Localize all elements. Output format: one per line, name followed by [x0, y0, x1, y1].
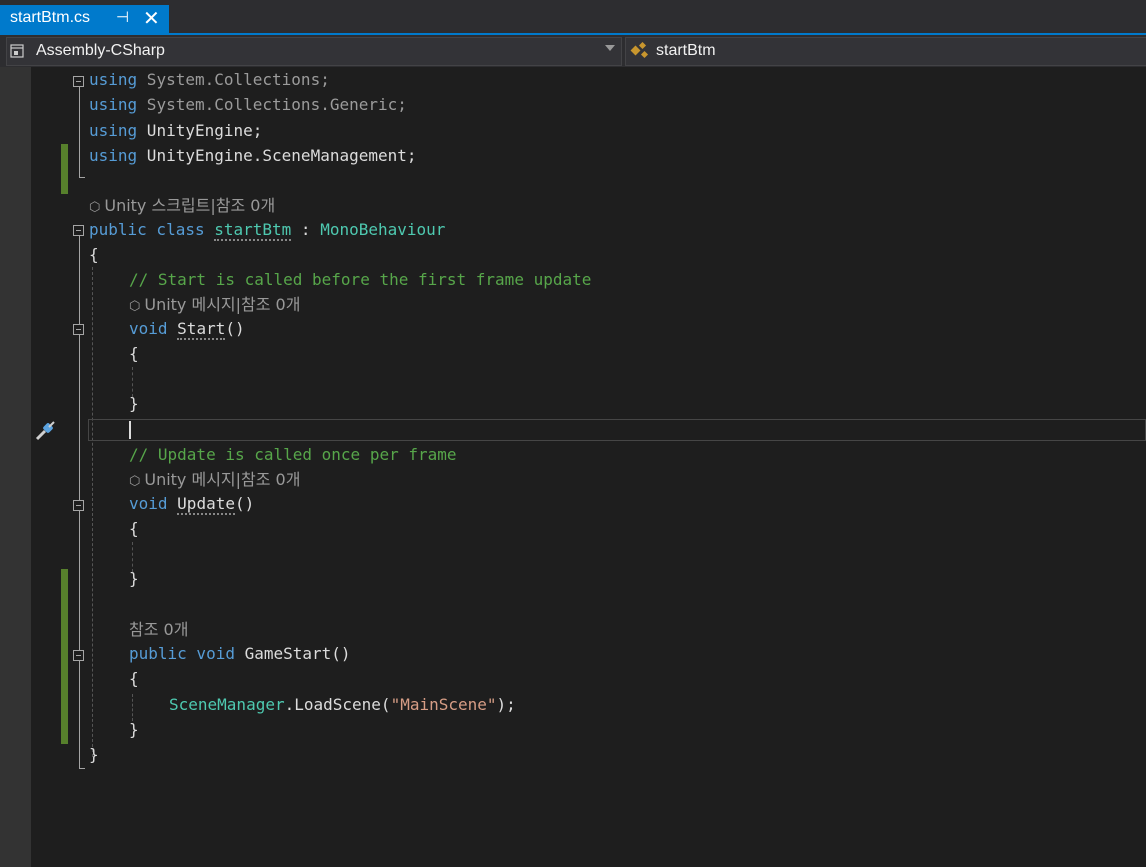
keyword: using [89, 70, 138, 89]
comment-start: // Start is called before the first fram… [129, 270, 592, 289]
collapse-toggle[interactable] [73, 76, 84, 87]
close-icon[interactable]: ✕ [143, 6, 160, 31]
type-name: SceneManager [169, 695, 285, 714]
chevron-down-icon[interactable] [605, 45, 615, 51]
indent-guide [132, 694, 133, 721]
change-marker [61, 569, 68, 744]
collapse-toggle[interactable] [73, 650, 84, 661]
string-literal: "MainScene" [390, 695, 497, 714]
screwdriver-icon[interactable] [33, 419, 57, 443]
navigation-bar: Assembly-CSharp startBtm [0, 35, 1146, 67]
start-brace-open: { [129, 344, 139, 363]
keyword: public void [129, 644, 235, 663]
codelens-text: Unity 메시지|참조 0개 [144, 295, 301, 314]
keyword: void [129, 319, 168, 338]
start-brace-close: } [129, 394, 139, 413]
indent-guide [132, 542, 133, 572]
unity-cube-icon: ⬡ [129, 474, 141, 489]
code-line-2: using System.Collections.Generic; [89, 95, 407, 115]
class-label: startBtm [656, 42, 716, 59]
punctuation: () [225, 319, 245, 338]
codelens-text: Unity 메시지|참조 0개 [144, 470, 301, 489]
unity-cube-icon: ⬡ [129, 299, 141, 314]
keyword: void [129, 494, 168, 513]
project-label: Assembly-CSharp [36, 42, 165, 59]
keyword: using [89, 146, 138, 165]
gamestart-brace-close: } [129, 720, 139, 739]
pin-icon[interactable]: ⊣ [116, 8, 129, 26]
code-line-1: using System.Collections; [89, 70, 330, 90]
update-brace-open: { [129, 519, 139, 538]
codelens-text: Unity 스크립트|참조 0개 [104, 196, 276, 215]
collapse-toggle[interactable] [73, 500, 84, 511]
code-brace-close: } [89, 745, 99, 764]
tab-title: startBtm.cs [10, 9, 91, 26]
punctuation: () [234, 494, 255, 513]
indicator-margin [0, 67, 31, 867]
namespace: UnityEngine; [137, 121, 263, 140]
indent-guide [132, 367, 133, 397]
project-icon [10, 44, 24, 58]
change-marker [61, 144, 68, 194]
codelens-start[interactable]: ⬡ Unity 메시지|참조 0개 [129, 295, 300, 317]
codelens-class[interactable]: ⬡ Unity 스크립트|참조 0개 [89, 196, 275, 218]
code-line-update: void Update() [129, 494, 255, 515]
outline-line [79, 768, 85, 769]
code-line-4: using UnityEngine.SceneManagement; [89, 146, 417, 166]
update-brace-close: } [129, 569, 139, 588]
text-caret [129, 421, 131, 439]
project-dropdown[interactable]: Assembly-CSharp [6, 37, 622, 66]
method-name: GameStart() [234, 644, 351, 663]
code-line-start: void Start() [129, 319, 245, 340]
comment-update: // Update is called once per frame [129, 445, 457, 464]
keyword: public class [89, 220, 205, 239]
class-dropdown[interactable]: startBtm [625, 37, 1146, 66]
collapse-toggle[interactable] [73, 324, 84, 335]
code-brace-open: { [89, 245, 99, 264]
collapse-toggle[interactable] [73, 225, 84, 236]
namespace: System.Collections.Generic; [137, 95, 407, 114]
namespace: System.Collections; [137, 70, 330, 89]
unity-cube-icon: ⬡ [89, 200, 101, 215]
codelens-update[interactable]: ⬡ Unity 메시지|참조 0개 [129, 470, 300, 492]
code-line-loadscene: SceneManager.LoadScene("MainScene"); [169, 695, 516, 715]
keyword: using [89, 121, 138, 140]
code-line-gamestart: public void GameStart() [129, 644, 351, 664]
class-icon [630, 42, 649, 59]
punctuation: ); [496, 695, 516, 714]
indent-guide [92, 267, 93, 757]
class-name: startBtm [214, 220, 292, 241]
method-name: Update [177, 494, 235, 515]
code-editor[interactable]: using System.Collections; using System.C… [0, 67, 1146, 867]
namespace: UnityEngine.SceneManagement; [137, 146, 417, 165]
current-line-highlight [88, 419, 1146, 441]
tab-startbtm[interactable]: startBtm.cs ⊣ ✕ [0, 5, 169, 33]
outline-line [79, 86, 80, 178]
punctuation: : [291, 220, 321, 239]
codelens-gamestart[interactable]: 참조 0개 [129, 620, 188, 640]
gamestart-brace-open: { [129, 669, 139, 688]
code-line-class: public class startBtm : MonoBehaviour [89, 220, 446, 241]
base-class: MonoBehaviour [320, 220, 446, 239]
method-name: Start [177, 319, 226, 340]
tab-strip: startBtm.cs ⊣ ✕ [0, 0, 1146, 33]
keyword: using [89, 95, 138, 114]
method-call: .LoadScene( [284, 695, 391, 714]
code-line-3: using UnityEngine; [89, 121, 262, 141]
outline-line [79, 177, 85, 178]
